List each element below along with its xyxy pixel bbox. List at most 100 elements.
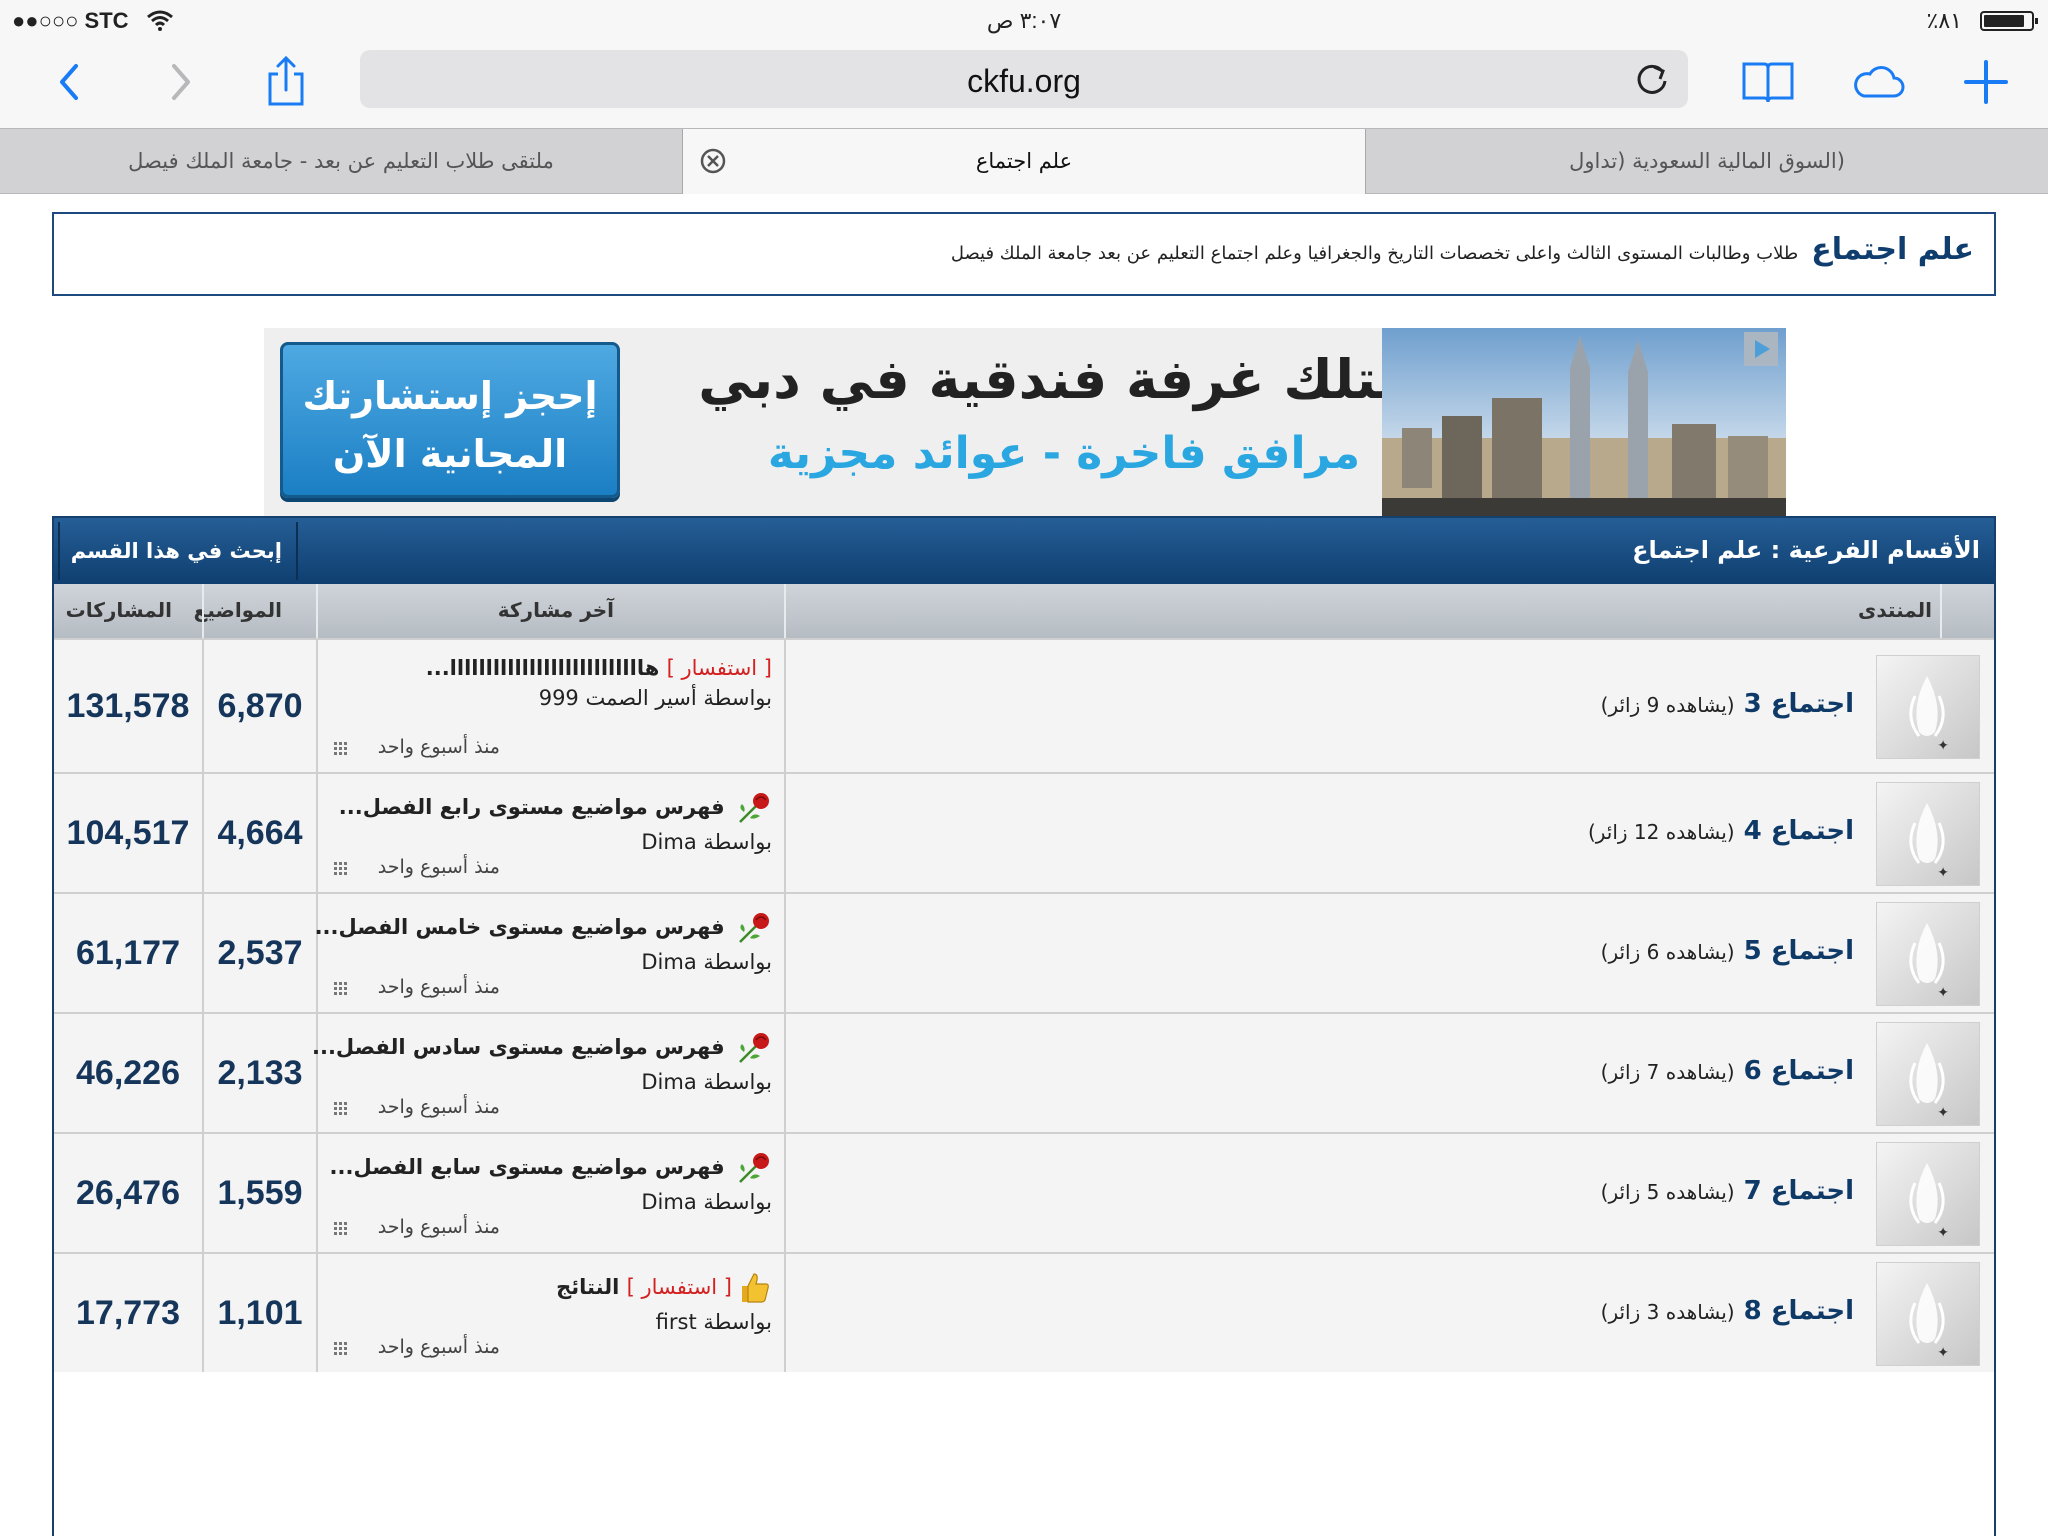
share-button[interactable] [254,50,318,114]
col-forum: المنتدى [1858,598,1932,622]
tab-label: علم اجتماع [975,149,1073,173]
forum-name: اجتماع 3 [1743,689,1854,719]
forum-row: 104,517 4,664 فهرس مواضيع مستوى رابع الفص… [54,772,1994,892]
topics-count: 1,559 [217,1173,303,1212]
forum-name: اجتماع 6 [1743,1056,1854,1086]
last-post-cell: [ استفسار ] النتائج بواسطة first منذ أسبوع… [318,1254,784,1372]
forward-button[interactable] [148,50,212,114]
forum-status-icon: ✦ [1876,1022,1980,1126]
forum-status-icon: ✦ [1876,1262,1980,1366]
back-button[interactable] [38,50,102,114]
go-to-last-post-icon[interactable] [332,1220,350,1238]
dubai-skyline-image [1382,328,1786,518]
last-post-cell: [ استفسار ] هااااااااااااااااااااااااااا… [318,640,784,772]
go-to-last-post-icon[interactable] [332,1340,350,1358]
tab-tadawul[interactable]: (السوق المالية السعودية (تداول [1366,129,2048,194]
last-post-author[interactable]: بواسطة Dima [641,950,772,974]
last-post-author[interactable]: بواسطة Dima [641,1190,772,1214]
last-post-author[interactable]: بواسطة Dima [641,1070,772,1094]
reload-icon[interactable] [1632,59,1672,99]
forum-cell: ✦ اجتماع 8 (يشاهده 3 زائر) [786,1254,1994,1372]
forum-cell: ✦ اجتماع 3 (يشاهده 9 زائر) [786,640,1994,772]
bookmarks-button[interactable] [1736,50,1800,114]
rose-icon [739,1153,769,1183]
search-this-forum-button[interactable]: إبحث في هذا القسم [58,522,298,615]
ad-subline: مرافق فاخرة - عوائد مجزية [767,428,1361,479]
forum-info-box: علم اجتماع طلاب وطالبات المستوى الثالث و… [52,212,1996,296]
col-topics: المواضيع [193,598,282,622]
subforums-header: الأقسام الفرعية : علم اجتماع إبحث في هذا… [54,518,1994,615]
last-post-author[interactable]: بواسطة أسير الصمت 999 [539,686,772,710]
ad-choices-icon[interactable] [1744,332,1778,366]
last-post-time: منذ أسبوع واحد [377,1216,500,1238]
last-post-cell: فهرس مواضيع مستوى سابع الفصل... بواسطة Di… [318,1134,784,1252]
forum-link[interactable]: اجتماع 4 (يشاهده 12 زائر) [1588,816,1854,846]
forum-cell: ✦ اجتماع 4 (يشاهده 12 زائر) [786,774,1994,892]
icloud-tabs-button[interactable] [1846,50,1910,114]
last-post-time: منذ أسبوع واحد [377,736,500,758]
rose-icon [739,913,769,943]
topics-count: 6,870 [217,686,303,725]
posts-count: 104,517 [66,813,190,852]
viewers-count: (يشاهده 5 زائر) [1600,1180,1735,1204]
forum-name: اجتماع 8 [1743,1296,1854,1326]
forum-link[interactable]: اجتماع 7 (يشاهده 5 زائر) [1601,1176,1854,1206]
tab-ckfu-home[interactable]: ملتقى طلاب التعليم عن بعد - جامعة الملك … [0,129,682,194]
go-to-last-post-icon[interactable] [332,860,350,878]
forum-link[interactable]: اجتماع 3 (يشاهده 9 زائر) [1601,689,1854,719]
page-title[interactable]: علم اجتماع [1811,232,1974,267]
go-to-last-post-icon[interactable] [332,740,350,758]
column-divider [316,584,318,638]
viewers-count: (يشاهده 7 زائر) [1600,1060,1735,1084]
topics-count: 2,133 [217,1053,303,1092]
browser-toolbar: ckfu.org [0,40,2048,128]
advertisement-banner[interactable]: إحجز إستشارتك المجانية الآن امتلك غرفة ف… [264,328,1786,518]
last-post-title[interactable]: فهرس مواضيع مستوى سادس الفصل... [312,1030,772,1066]
battery-percent: ٪٨١ [1926,8,1962,33]
clock: ٣:٠٧ ص [986,8,1062,33]
forum-link[interactable]: اجتماع 5 (يشاهده 6 زائر) [1601,936,1854,966]
close-tab-icon[interactable] [699,147,727,175]
thread-prefix: [ استفسار ] [626,1275,732,1299]
last-post-title[interactable]: [ استفسار ] النتائج [556,1270,772,1306]
forum-link[interactable]: اجتماع 8 (يشاهده 3 زائر) [1601,1296,1854,1326]
last-post-title[interactable]: فهرس مواضيع مستوى رابع الفصل... [339,790,772,826]
column-headers: المنتدى آخر مشاركة المواضيع المشاركات [54,584,1994,638]
last-post-title[interactable]: [ استفسار ] هااااااااااااااااااااااااااا… [426,656,772,680]
go-to-last-post-icon[interactable] [332,980,350,998]
go-to-last-post-icon[interactable] [332,1100,350,1118]
subforums-table: الأقسام الفرعية : علم اجتماع إبحث في هذا… [52,516,1996,1536]
forum-link[interactable]: اجتماع 6 (يشاهده 7 زائر) [1601,1056,1854,1086]
chevron-left-icon [60,64,78,100]
last-post-title-text: فهرس مواضيع مستوى سابع الفصل... [329,1155,725,1179]
column-divider [202,584,204,638]
forum-name: اجتماع 4 [1743,816,1854,846]
book-icon [1742,62,1794,103]
col-last-post: آخر مشاركة [497,598,614,622]
address-bar[interactable]: ckfu.org [360,50,1688,108]
cloud-icon [1854,66,1905,98]
svg-text:✦: ✦ [1937,985,1949,1001]
last-post-title-text: هااااااااااااااااااااااااااا... [425,656,660,680]
last-post-author[interactable]: بواسطة Dima [641,830,772,854]
last-post-author[interactable]: بواسطة first [656,1310,772,1334]
posts-count: 46,226 [76,1053,180,1092]
tab-bar: ملتقى طلاب التعليم عن بعد - جامعة الملك … [0,128,2048,194]
last-post-title[interactable]: فهرس مواضيع مستوى سابع الفصل... [330,1150,772,1186]
battery-icon [1980,11,2038,31]
forum-cell: ✦ اجتماع 7 (يشاهده 5 زائر) [786,1134,1994,1252]
new-tab-button[interactable] [1954,50,2018,114]
topics-count: 4,664 [217,813,303,852]
subforums-title: الأقسام الفرعية : علم اجتماع [1632,536,1980,564]
last-post-title[interactable]: فهرس مواضيع مستوى خامس الفصل... [315,910,772,946]
rose-icon [739,1033,769,1063]
last-post-title-text: النتائج [556,1275,620,1299]
svg-text:✦: ✦ [1937,738,1949,754]
forum-logo-icon: ✦ [1909,1283,1949,1361]
ad-cta-button[interactable]: إحجز إستشارتك المجانية الآن [280,342,620,498]
col-posts: المشاركات [65,598,172,622]
topics-count: 1,101 [217,1293,303,1332]
tab-sociology[interactable]: علم اجتماع [683,129,1365,194]
posts-count: 26,476 [76,1173,180,1212]
viewers-count: (يشاهده 9 زائر) [1600,693,1735,717]
